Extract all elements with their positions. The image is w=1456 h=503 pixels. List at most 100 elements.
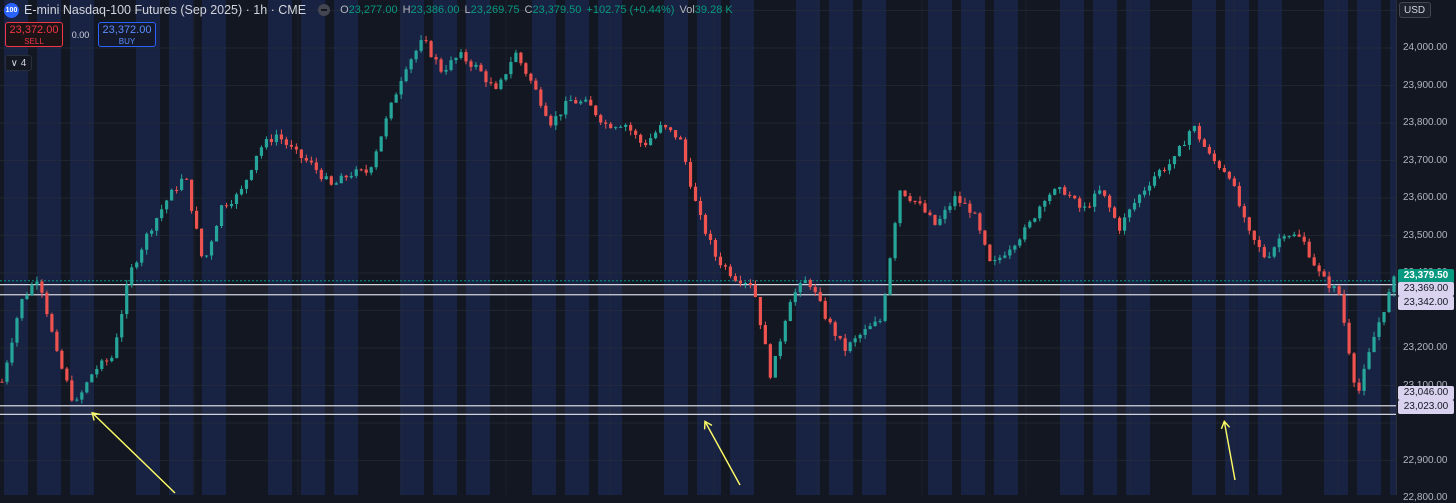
candle-body <box>743 282 747 284</box>
candle-body <box>768 344 772 378</box>
symbol-title[interactable]: E-mini Nasdaq-100 Futures (Sep 2025) · 1… <box>24 3 306 17</box>
session-band <box>796 0 820 495</box>
candle-body <box>464 52 468 62</box>
candle-body <box>1083 206 1087 208</box>
price-tick-label: 24,000.00 <box>1403 42 1448 53</box>
session-band <box>1258 0 1282 495</box>
candle-body <box>1327 276 1331 289</box>
candle-body <box>459 52 463 58</box>
candle-body <box>1113 207 1117 218</box>
candle-body <box>1068 194 1072 196</box>
candle-body <box>204 255 209 257</box>
candle-body <box>828 318 832 323</box>
ohlc-open-key: O <box>340 4 349 16</box>
candle-body <box>439 59 443 72</box>
spread-value: 0.00 <box>71 29 90 40</box>
candle-body <box>813 287 817 293</box>
level-price-tag: 23,342.00 <box>1398 296 1454 310</box>
candle-body <box>274 134 279 143</box>
candle-body <box>723 265 728 267</box>
sell-button[interactable]: 23,372.00 SELL <box>5 22 63 47</box>
candle-body <box>359 169 363 171</box>
candle-body <box>1043 201 1047 207</box>
resistance-zone <box>0 284 1396 295</box>
candle-body <box>55 331 59 351</box>
visibility-toggle-icon[interactable] <box>318 4 331 16</box>
candle-body <box>189 179 194 211</box>
candle-body <box>1237 185 1241 207</box>
candle-body <box>279 134 283 140</box>
candle-body <box>110 357 114 362</box>
candle-body <box>1232 178 1236 186</box>
currency-selector[interactable]: USD <box>1399 2 1431 18</box>
candle-body <box>10 342 14 363</box>
candle-body <box>20 299 24 319</box>
candle-body <box>624 124 628 127</box>
candle-body <box>713 239 718 257</box>
ohlc-change: +102.75 (+0.44%) <box>586 4 675 16</box>
candle-body <box>843 338 847 351</box>
level-price-tag: 23,046.00 <box>1398 386 1454 400</box>
current-price-tag: 23,379.50 <box>1398 269 1454 283</box>
candle-body <box>394 94 398 103</box>
candle-body <box>614 127 618 129</box>
candle-body <box>1367 352 1371 369</box>
indicators-collapse-toggle[interactable]: ∨ 4 <box>5 55 32 71</box>
candle-body <box>349 175 353 178</box>
candle-body <box>1217 161 1221 169</box>
candle-body <box>379 136 383 152</box>
candle-body <box>958 196 962 203</box>
candle-body <box>1028 221 1032 228</box>
candle-body <box>249 170 254 180</box>
candle-body <box>1162 169 1167 171</box>
candle-body <box>968 203 972 213</box>
candle-body <box>998 257 1002 260</box>
candlestick-chart[interactable] <box>0 0 1396 495</box>
candle-body <box>414 50 418 60</box>
candle-body <box>803 280 807 284</box>
sell-price: 23,372.00 <box>9 24 59 36</box>
candle-body <box>160 209 164 219</box>
candle-body <box>219 205 224 226</box>
candle-body <box>299 149 303 159</box>
symbol-logo-icon[interactable]: 100 <box>4 2 19 18</box>
price-axis[interactable]: 24,000.00 23,900.00 23,800.00 23,700.00 23,6… <box>1396 0 1456 503</box>
chart-area[interactable] <box>0 0 1396 495</box>
candle-body <box>1093 193 1097 207</box>
candle-body <box>868 326 872 330</box>
candle-body <box>833 322 837 336</box>
candle-body <box>609 123 613 129</box>
ohlc-volume-key: Vol <box>679 4 695 16</box>
candle-body <box>389 102 393 119</box>
candle-body <box>1382 311 1386 323</box>
price-tick-label: 23,700.00 <box>1403 154 1448 166</box>
candle-body <box>753 284 757 297</box>
candle-body <box>673 130 678 138</box>
chart-header: 100 E-mini Nasdaq-100 Futures (Sep 2025)… <box>4 2 738 18</box>
candle-body <box>264 139 269 148</box>
candle-body <box>838 335 842 339</box>
session-band <box>697 0 721 495</box>
candle-body <box>474 64 478 67</box>
candle-body <box>748 282 752 285</box>
candle-body <box>1207 146 1211 154</box>
candle-body <box>1147 185 1152 191</box>
candle-body <box>284 139 288 145</box>
buy-button[interactable]: 23,372.00 BUY <box>98 22 156 47</box>
annotation-arrow-line <box>91 412 176 494</box>
candle-body <box>1317 265 1321 272</box>
candle-body <box>943 209 947 219</box>
candle-body <box>399 81 403 95</box>
candle-body <box>509 61 513 75</box>
level-price-tag: 23,369.00 <box>1398 282 1454 296</box>
candle-body <box>873 321 877 327</box>
session-band <box>1357 0 1381 495</box>
candle-body <box>848 342 852 351</box>
candle-body <box>1122 217 1127 231</box>
session-band <box>400 0 424 495</box>
candle-body <box>728 266 733 277</box>
candle-body <box>1008 249 1012 256</box>
session-band <box>1225 0 1249 495</box>
session-band <box>664 0 688 495</box>
candle-body <box>963 202 967 204</box>
